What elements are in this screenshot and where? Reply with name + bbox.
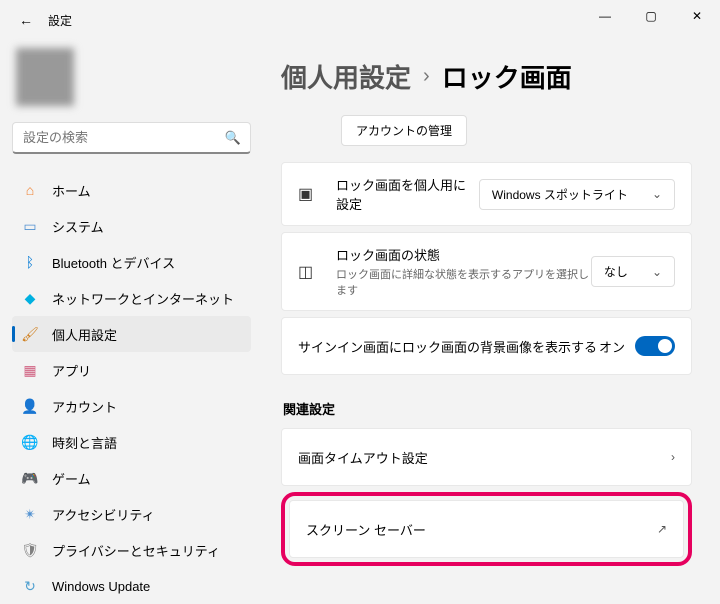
brush-icon: 🖌 (22, 326, 38, 342)
person-icon: 👤 (22, 398, 38, 414)
breadcrumb: 個人用設定 › ロック画面 (281, 40, 692, 115)
user-email (86, 80, 152, 96)
related-section-label: 関連設定 (283, 399, 692, 418)
nav-label: ネットワークとインターネット (52, 289, 234, 308)
main-content: 個人用設定 › ロック画面 アカウントの管理 ▣ ロック画面を個人用に設定 Wi… (263, 40, 720, 580)
nav-label: アプリ (52, 361, 91, 380)
status-select[interactable]: なし ⌄ (591, 256, 675, 287)
nav-personalize[interactable]: 🖌 個人用設定 (12, 316, 251, 352)
breadcrumb-parent[interactable]: 個人用設定 (281, 58, 411, 95)
nav-gaming[interactable]: 🎮 ゲーム (12, 460, 251, 496)
avatar (16, 48, 74, 106)
timeout-row[interactable]: 画面タイムアウト設定 › (281, 428, 692, 486)
row-subtitle: ロック画面に詳細な状態を表示するアプリを選択します (336, 266, 591, 298)
personalize-select[interactable]: Windows スポットライト ⌄ (479, 179, 675, 210)
titlebar: ← 設定 ― ▢ ✕ (0, 0, 720, 40)
window-title: 設定 (48, 12, 72, 29)
nav-label: システム (52, 217, 104, 236)
user-name (86, 59, 152, 80)
breadcrumb-current: ロック画面 (442, 58, 572, 95)
signin-bg-row: サインイン画面にロック画面の背景画像を表示する オン (281, 317, 692, 375)
nav-label: Windows Update (52, 579, 150, 594)
search-box: 🔍 (12, 122, 251, 154)
chevron-right-icon: › (671, 450, 675, 464)
nav-label: アクセシビリティ (52, 505, 155, 524)
chevron-right-icon: › (423, 65, 430, 88)
screensaver-highlight: スクリーン セーバー ↗ (281, 492, 692, 566)
nav-label: ホーム (52, 181, 91, 200)
sidebar: 🔍 ⌂ ホーム ▭ システム ᛒ Bluetooth とデバイス ◆ ネットワークとイン… (0, 40, 263, 580)
nav-accessibility[interactable]: ✴ アクセシビリティ (12, 496, 251, 532)
nav-label: プライバシーとセキュリティ (52, 541, 220, 560)
nav-label: 時刻と言語 (52, 433, 117, 452)
nav-accounts[interactable]: 👤 アカウント (12, 388, 251, 424)
nav-system[interactable]: ▭ システム (12, 208, 251, 244)
row-title: ロック画面の状態 (336, 245, 591, 264)
nav-label: アカウント (52, 397, 117, 416)
lock-status-row[interactable]: ◫ ロック画面の状態 ロック画面に詳細な状態を表示するアプリを選択します なし … (281, 232, 692, 311)
chevron-down-icon: ⌄ (652, 187, 662, 201)
system-icon: ▭ (22, 218, 38, 234)
nav-list: ⌂ ホーム ▭ システム ᛒ Bluetooth とデバイス ◆ ネットワークとインター… (12, 172, 251, 604)
search-input[interactable] (12, 122, 251, 154)
row-title: 画面タイムアウト設定 (298, 448, 671, 467)
nav-language[interactable]: 🌐 時刻と言語 (12, 424, 251, 460)
signin-bg-toggle[interactable] (635, 336, 675, 356)
close-button[interactable]: ✕ (674, 0, 720, 32)
picture-icon: ▣ (298, 184, 320, 204)
nav-network[interactable]: ◆ ネットワークとインターネット (12, 280, 251, 316)
account-manage-button[interactable]: アカウントの管理 (341, 115, 467, 146)
nav-update[interactable]: ↻ Windows Update (12, 568, 251, 604)
back-button[interactable]: ← (12, 6, 40, 34)
minimize-button[interactable]: ― (582, 0, 628, 32)
row-title: スクリーン セーバー (306, 520, 657, 539)
search-icon: 🔍 (225, 130, 241, 146)
nav-label: ゲーム (52, 469, 91, 488)
globe-icon: 🌐 (22, 434, 38, 450)
row-title: サインイン画面にロック画面の背景画像を表示する (298, 337, 599, 356)
maximize-button[interactable]: ▢ (628, 0, 674, 32)
screensaver-row[interactable]: スクリーン セーバー ↗ (289, 500, 684, 558)
apps-icon: ▦ (22, 362, 38, 378)
nav-apps[interactable]: ▦ アプリ (12, 352, 251, 388)
toggle-state: オン (599, 337, 625, 356)
nav-label: Bluetooth とデバイス (52, 253, 175, 272)
bluetooth-icon: ᛒ (22, 254, 38, 270)
select-value: Windows スポットライト (492, 186, 628, 203)
shield-icon: 🛡 (22, 542, 38, 558)
chevron-down-icon: ⌄ (652, 265, 662, 279)
status-icon: ◫ (298, 262, 320, 282)
wifi-icon: ◆ (22, 290, 38, 306)
nav-home[interactable]: ⌂ ホーム (12, 172, 251, 208)
external-link-icon: ↗ (657, 522, 667, 536)
user-block[interactable] (12, 40, 251, 122)
accessibility-icon: ✴ (22, 506, 38, 522)
help-links: ❓ ヘルプを表示 📣 フィードバックの送信 (281, 572, 692, 580)
update-icon: ↻ (22, 578, 38, 594)
home-icon: ⌂ (22, 182, 38, 198)
select-value: なし (604, 263, 628, 280)
row-title: ロック画面を個人用に設定 (336, 175, 479, 213)
nav-privacy[interactable]: 🛡 プライバシーとセキュリティ (12, 532, 251, 568)
nav-bluetooth[interactable]: ᛒ Bluetooth とデバイス (12, 244, 251, 280)
nav-label: 個人用設定 (52, 325, 117, 344)
personalize-lock-row[interactable]: ▣ ロック画面を個人用に設定 Windows スポットライト ⌄ (281, 162, 692, 226)
gamepad-icon: 🎮 (22, 470, 38, 486)
